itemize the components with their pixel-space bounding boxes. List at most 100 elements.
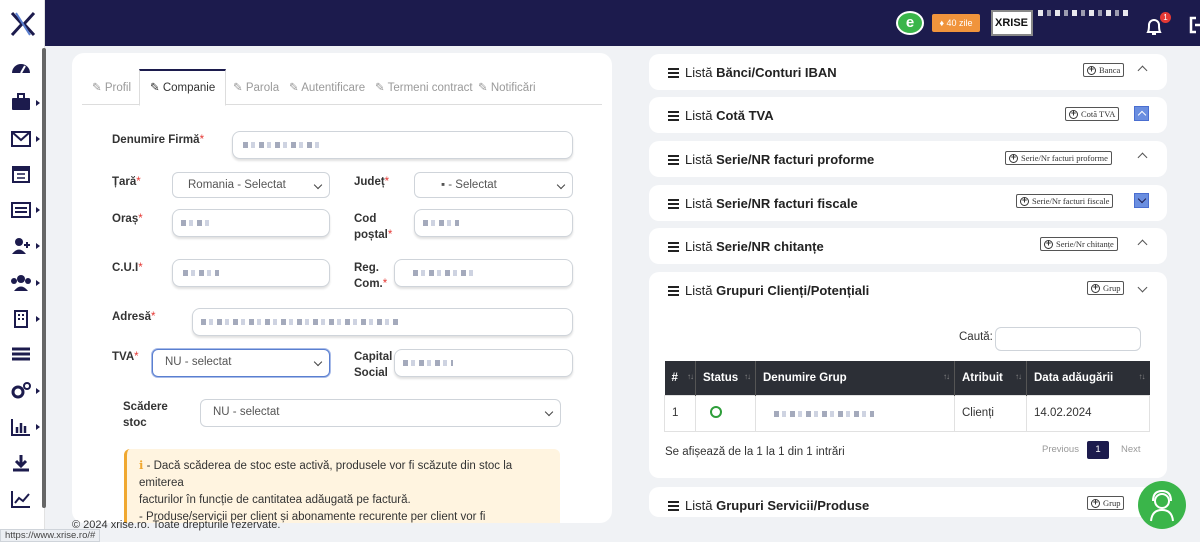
list-icon — [668, 199, 679, 209]
scadere-stoc-label: Scădere stoc — [123, 401, 168, 429]
edit-icon: ✎ — [478, 82, 491, 94]
cogs-icon[interactable] — [10, 381, 32, 401]
company-avatar[interactable]: XRISE — [991, 10, 1033, 36]
cod-postal-input[interactable] — [414, 209, 573, 237]
panel-title[interactable]: Listă Grupuri Clienți/Potențiali — [668, 283, 869, 299]
cell-assigned: Clienți — [954, 394, 1027, 432]
diamond-icon: ♦ — [939, 18, 947, 28]
oras-input[interactable] — [172, 209, 330, 237]
list-submenu-arrow-icon[interactable] — [36, 207, 40, 213]
bar-chart-icon[interactable] — [10, 417, 32, 437]
sidebar-scrollbar[interactable] — [42, 48, 46, 508]
oras-label: Oraș* — [112, 213, 143, 225]
calendar-icon[interactable] — [10, 164, 32, 184]
logout-icon[interactable] — [1188, 16, 1200, 34]
add-banca-button[interactable]: Banca — [1083, 63, 1125, 77]
cui-input[interactable] — [172, 259, 330, 287]
column-header-data[interactable]: Data adăugării ↑↓ — [1026, 361, 1150, 395]
reg-com-input[interactable] — [394, 259, 573, 287]
briefcase-icon[interactable] — [10, 92, 32, 112]
table-list-icon[interactable] — [10, 345, 32, 365]
list-card-icon[interactable] — [10, 200, 32, 220]
tab-companie[interactable]: ✎ Companie — [139, 69, 227, 106]
collapse-chevron-up-icon[interactable] — [1136, 151, 1148, 163]
cell-date: 14.02.2024 — [1026, 394, 1150, 432]
sort-icon: ↑↓ — [1015, 372, 1022, 381]
tara-select[interactable]: Romania - Selectat — [172, 172, 330, 198]
cod-postal-label: Cod poștal* — [354, 213, 393, 241]
xrise-logo-icon[interactable] — [9, 10, 37, 38]
edit-icon: ✎ — [375, 82, 388, 94]
user-name-redacted[interactable] — [1038, 10, 1128, 16]
dashboard-icon[interactable] — [10, 58, 32, 78]
users-submenu-arrow-icon[interactable] — [36, 280, 40, 286]
building-icon[interactable] — [10, 309, 32, 329]
column-header-status[interactable]: Status ↑↓ — [695, 361, 756, 395]
collapse-chevron-up-icon[interactable] — [1136, 64, 1148, 76]
redacted-value — [403, 360, 453, 366]
briefcase-submenu-arrow-icon[interactable] — [36, 100, 40, 106]
add-grup-button[interactable]: Grup — [1087, 281, 1125, 295]
tab-profil[interactable]: ✎ Profil — [92, 69, 131, 105]
company-settings-card: ✎ Profil ✎ Companie ✎ Parola ✎ Autentifi… — [72, 53, 612, 523]
line-chart-icon[interactable] — [10, 489, 32, 509]
column-header-number[interactable]: # ↑↓ — [664, 361, 696, 395]
denumire-firma-input[interactable] — [232, 131, 573, 159]
pagination-previous[interactable]: Previous — [1042, 441, 1079, 459]
panel-grupuri-servicii: Listă Grupuri Servicii/Produse Grup — [649, 487, 1167, 517]
envelope-submenu-arrow-icon[interactable] — [36, 136, 40, 142]
chevron-down-icon — [313, 357, 323, 367]
add-user-icon[interactable] — [10, 236, 32, 256]
tab-parola[interactable]: ✎ Parola — [233, 69, 279, 105]
cell-number: 1 — [664, 394, 696, 432]
cogs-submenu-arrow-icon[interactable] — [36, 388, 40, 394]
add-serie-chitante-button[interactable]: Serie/Nr chitanțe — [1040, 237, 1118, 251]
table-row[interactable]: 1 Clienți 14.02.2024 — [664, 394, 1150, 432]
redacted-value — [181, 220, 211, 226]
column-header-atribuit[interactable]: Atribuit ↑↓ — [954, 361, 1027, 395]
add-grup-servicii-button[interactable]: Grup — [1087, 496, 1125, 510]
collapse-chevron-up-icon[interactable] — [1134, 106, 1149, 121]
redacted-value — [423, 220, 459, 226]
collapse-chevron-down-icon[interactable] — [1134, 193, 1149, 208]
add-user-submenu-arrow-icon[interactable] — [36, 243, 40, 249]
support-chat-button[interactable] — [1138, 481, 1186, 529]
collapse-chevron-down-icon[interactable] — [1136, 284, 1148, 296]
panel-title[interactable]: Listă Grupuri Servicii/Produse — [668, 498, 869, 514]
panel-title[interactable]: Listă Cotă TVA — [668, 108, 774, 124]
subscription-days-badge[interactable]: ♦ 40 zile — [932, 14, 980, 32]
panel-title[interactable]: Listă Bănci/Conturi IBAN — [668, 65, 837, 81]
edit-icon: ✎ — [92, 82, 105, 94]
capital-social-input[interactable] — [394, 349, 573, 377]
building-submenu-arrow-icon[interactable] — [36, 316, 40, 322]
tab-termeni-contract[interactable]: ✎ Termeni contract — [375, 69, 473, 105]
cui-label: C.U.I* — [112, 262, 143, 274]
tab-autentificare[interactable]: ✎ Autentificare — [289, 69, 365, 105]
link-status-url: https://www.xrise.ro/# — [0, 529, 101, 542]
tab-notificari[interactable]: ✎ Notificări — [478, 69, 536, 105]
chart-submenu-arrow-icon[interactable] — [36, 424, 40, 430]
status-active-circle-icon — [710, 406, 722, 418]
search-input[interactable] — [995, 327, 1141, 351]
column-header-denumire[interactable]: Denumire Grup ↑↓ — [755, 361, 955, 395]
pagination-next[interactable]: Next — [1121, 441, 1141, 459]
users-icon[interactable] — [10, 273, 32, 293]
pagination-page-1[interactable]: 1 — [1087, 441, 1109, 459]
adresa-input[interactable] — [192, 308, 573, 336]
edit-icon: ✎ — [233, 82, 246, 94]
panel-title[interactable]: Listă Serie/NR chitanțe — [668, 239, 824, 255]
scadere-stoc-select[interactable]: NU - selectat — [200, 399, 561, 427]
collapse-chevron-up-icon[interactable] — [1136, 238, 1148, 250]
envelope-icon[interactable] — [10, 129, 32, 149]
add-cota-tva-button[interactable]: Cotă TVA — [1065, 107, 1120, 121]
e-service-logo-icon[interactable]: e — [896, 11, 924, 35]
capital-social-label: Capital Social — [354, 351, 393, 379]
judet-select[interactable]: ▪ - Selectat — [414, 172, 573, 198]
add-serie-fiscale-button[interactable]: Serie/Nr facturi fiscale — [1016, 194, 1114, 208]
panel-title[interactable]: Listă Serie/NR facturi proforme — [668, 152, 874, 168]
sort-icon: ↑↓ — [1138, 372, 1146, 381]
add-serie-proforme-button[interactable]: Serie/Nr facturi proforme — [1005, 151, 1112, 165]
download-icon[interactable] — [10, 453, 32, 473]
tva-select[interactable]: NU - selectat — [152, 349, 330, 377]
panel-title[interactable]: Listă Serie/NR facturi fiscale — [668, 196, 858, 212]
